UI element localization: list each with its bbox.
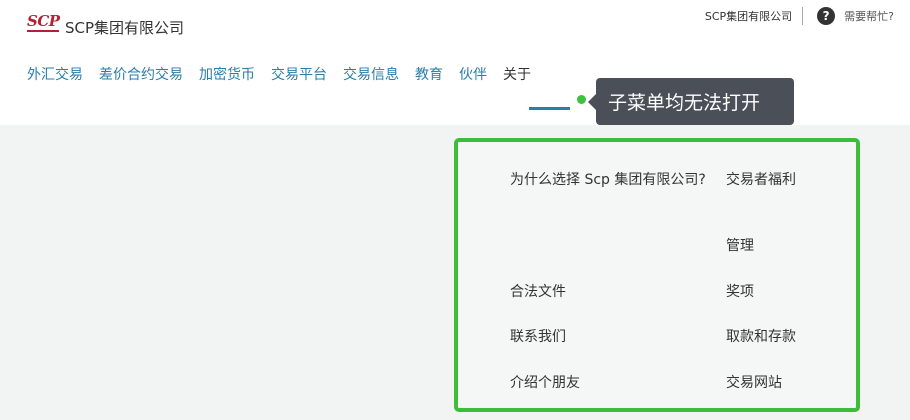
- submenu-item-awards[interactable]: 奖项: [726, 280, 846, 305]
- nav-item-education[interactable]: 教育: [415, 64, 443, 84]
- nav-item-cfd[interactable]: 差价合约交易: [99, 64, 183, 84]
- help-icon[interactable]: ?: [817, 7, 836, 25]
- submenu-item-withdraw-deposit[interactable]: 取款和存款: [726, 325, 846, 350]
- main-nav: 外汇交易 差价合约交易 加密货币 交易平台 交易信息 教育 伙伴 关于: [27, 64, 547, 84]
- annotation-marker: [577, 95, 586, 104]
- top-bar: SCP集团有限公司 ? 需要帮忙?: [705, 6, 894, 26]
- logo-text[interactable]: SCP集团有限公司: [65, 17, 184, 38]
- about-submenu: 为什么选择 Scp 集团有限公司? 合法文件 联系我们 介绍个朋友 交易者福利 …: [454, 138, 860, 412]
- active-nav-underline: [529, 107, 570, 110]
- submenu-item-why-scp[interactable]: 为什么选择 Scp 集团有限公司?: [510, 168, 715, 193]
- submenu-item-management[interactable]: 管理: [726, 234, 846, 259]
- submenu-item-trader-benefits[interactable]: 交易者福利: [726, 168, 846, 193]
- logo[interactable]: SCP: [27, 13, 60, 32]
- divider: [802, 7, 804, 25]
- annotation-tooltip: 子菜单均无法打开: [588, 78, 794, 125]
- nav-item-trading-info[interactable]: 交易信息: [343, 64, 399, 84]
- company-link[interactable]: SCP集团有限公司: [705, 8, 792, 24]
- submenu-item-trading-sites[interactable]: 交易网站: [726, 371, 846, 396]
- submenu-item-legal-docs[interactable]: 合法文件: [510, 280, 715, 305]
- submenu-item-refer-friend[interactable]: 介绍个朋友: [510, 371, 715, 396]
- site-header: SCP SCP集团有限公司 SCP集团有限公司 ? 需要帮忙? 外汇交易 差价合…: [0, 0, 910, 125]
- nav-item-crypto[interactable]: 加密货币: [199, 64, 255, 84]
- help-link[interactable]: 需要帮忙?: [844, 8, 894, 24]
- nav-item-forex[interactable]: 外汇交易: [27, 64, 83, 84]
- nav-item-about[interactable]: 关于: [503, 64, 531, 84]
- nav-item-partners[interactable]: 伙伴: [459, 64, 487, 84]
- nav-item-platforms[interactable]: 交易平台: [271, 64, 327, 84]
- submenu-item-contact[interactable]: 联系我们: [510, 325, 715, 350]
